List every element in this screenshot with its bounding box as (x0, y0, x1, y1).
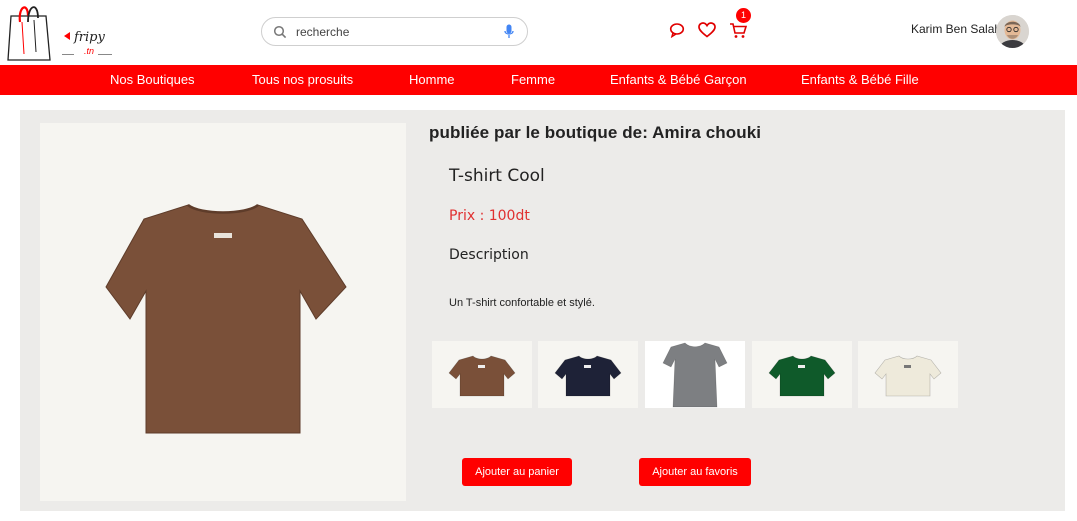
heart-icon[interactable] (698, 22, 716, 43)
nav-item-femme[interactable]: Femme (511, 65, 555, 95)
search-bar (261, 17, 528, 46)
shop-title: publiée par le boutique de: Amira chouki (429, 123, 762, 142)
logo-suffix: .tn (84, 46, 95, 56)
search-icon (273, 25, 287, 44)
thumbnail-brown[interactable] (432, 341, 532, 408)
description-text: Un T-shirt confortable et stylé. (449, 297, 595, 309)
main-navigation: Nos Boutiques Tous nos prosuits Homme Fe… (0, 65, 1077, 95)
product-price: Prix : 100dt (449, 208, 530, 224)
chat-icon[interactable] (669, 22, 685, 43)
nav-item-enfants-garcon[interactable]: Enfants & Bébé Garçon (610, 65, 747, 95)
tshirt-thumb-image (448, 355, 516, 397)
user-name[interactable]: Karim Ben Salah (911, 22, 1001, 36)
tshirt-image (105, 203, 347, 434)
cart-icon[interactable] (729, 22, 748, 44)
logo-underline (98, 54, 112, 55)
tshirt-thumb-image (662, 342, 728, 408)
add-to-favorites-button[interactable]: Ajouter au favoris (639, 458, 751, 486)
brand-logo[interactable]: fripy .tn (6, 2, 116, 62)
nav-item-tous-nos-produits[interactable]: Tous nos prosuits (252, 65, 353, 95)
cart-count-badge: 1 (736, 8, 751, 23)
search-input[interactable] (296, 23, 496, 40)
header: fripy .tn 1 Karim Ben Salah (0, 0, 1077, 65)
avatar[interactable] (996, 15, 1029, 48)
thumbnail-grey[interactable] (645, 341, 745, 408)
thumbnail-cream[interactable] (858, 341, 958, 408)
microphone-icon[interactable] (504, 24, 514, 45)
logo-text: fripy (74, 30, 105, 45)
nav-item-nos-boutiques[interactable]: Nos Boutiques (110, 65, 195, 95)
tshirt-thumb-image (554, 355, 622, 397)
logo-underline (62, 54, 74, 55)
thumbnail-navy[interactable] (538, 341, 638, 408)
tshirt-thumb-image (768, 355, 836, 397)
description-heading: Description (449, 247, 529, 263)
user-avatar-icon (996, 15, 1029, 48)
add-to-cart-button[interactable]: Ajouter au panier (462, 458, 572, 486)
product-main-image (40, 123, 406, 501)
product-name: T-shirt Cool (449, 166, 545, 186)
tshirt-thumb-image (874, 355, 942, 397)
thumbnail-green[interactable] (752, 341, 852, 408)
nav-item-homme[interactable]: Homme (409, 65, 455, 95)
nav-item-enfants-fille[interactable]: Enfants & Bébé Fille (801, 65, 919, 95)
